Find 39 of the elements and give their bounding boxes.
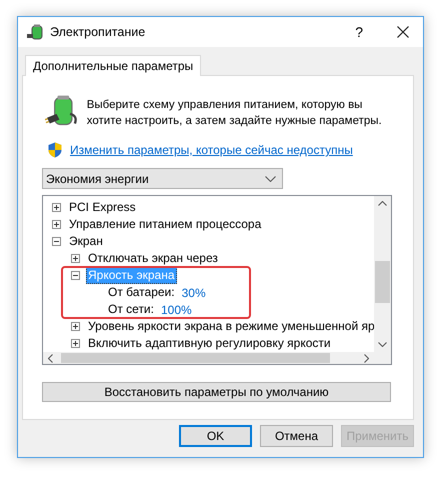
horizontal-scrollbar[interactable]	[43, 352, 374, 364]
change-settings-link[interactable]: Изменить параметры, которые сейчас недоступны	[70, 143, 353, 157]
tree-item[interactable]: Включить адаптивную регулировку яркости	[86, 335, 333, 352]
expand-icon[interactable]	[52, 220, 61, 229]
dialog-button[interactable]: OK	[179, 425, 252, 447]
setting-value[interactable]: 100%	[160, 302, 192, 316]
setting-label: От сети:	[107, 301, 155, 318]
tab[interactable]: Дополнительные параметры	[25, 55, 202, 76]
chevron-left-icon[interactable]	[48, 354, 53, 362]
expand-icon[interactable]	[71, 254, 80, 263]
tree-item[interactable]: Экран	[67, 233, 105, 250]
chevron-down-icon	[265, 176, 276, 182]
plan-dropdown[interactable]: Экономия энергии	[42, 168, 283, 189]
expand-icon[interactable]	[52, 203, 61, 212]
tree-item[interactable]: Управление питанием процессора	[67, 216, 264, 233]
collapse-icon[interactable]	[52, 237, 61, 246]
tree-item[interactable]: PCI Express	[67, 199, 138, 216]
expand-icon[interactable]	[71, 339, 80, 348]
dialog-button[interactable]: Отмена	[260, 425, 333, 447]
close-icon[interactable]	[397, 26, 409, 38]
tree-item[interactable]: Отключать экран через	[86, 250, 220, 267]
help-button[interactable]: ?	[355, 24, 363, 40]
collapse-icon[interactable]	[71, 271, 80, 280]
vertical-scrollbar[interactable]	[374, 196, 391, 352]
tree-item[interactable]: Уровень яркости экрана в режиме уменьшенной яр	[86, 318, 374, 335]
window-title: Электропитание	[50, 25, 146, 39]
shield-icon	[48, 142, 62, 158]
battery-plug-icon	[45, 94, 78, 128]
intro-text: Выберите схему управления питанием, которую вы хотите настроить, а затем задайте нужные параметры.	[86, 98, 383, 129]
chevron-up-icon[interactable]	[378, 201, 387, 206]
scrollbar-thumb[interactable]	[61, 353, 330, 363]
setting-label: От батареи:	[107, 284, 176, 301]
battery-plug-icon	[26, 23, 44, 41]
setting-value[interactable]: 30%	[182, 286, 206, 300]
restore-defaults-button[interactable]: Восстановить параметры по умолчанию	[42, 382, 391, 402]
expand-icon[interactable]	[71, 322, 80, 331]
chevron-right-icon[interactable]	[364, 354, 369, 362]
chevron-down-icon[interactable]	[378, 342, 387, 347]
scrollbar-thumb[interactable]	[375, 261, 390, 303]
